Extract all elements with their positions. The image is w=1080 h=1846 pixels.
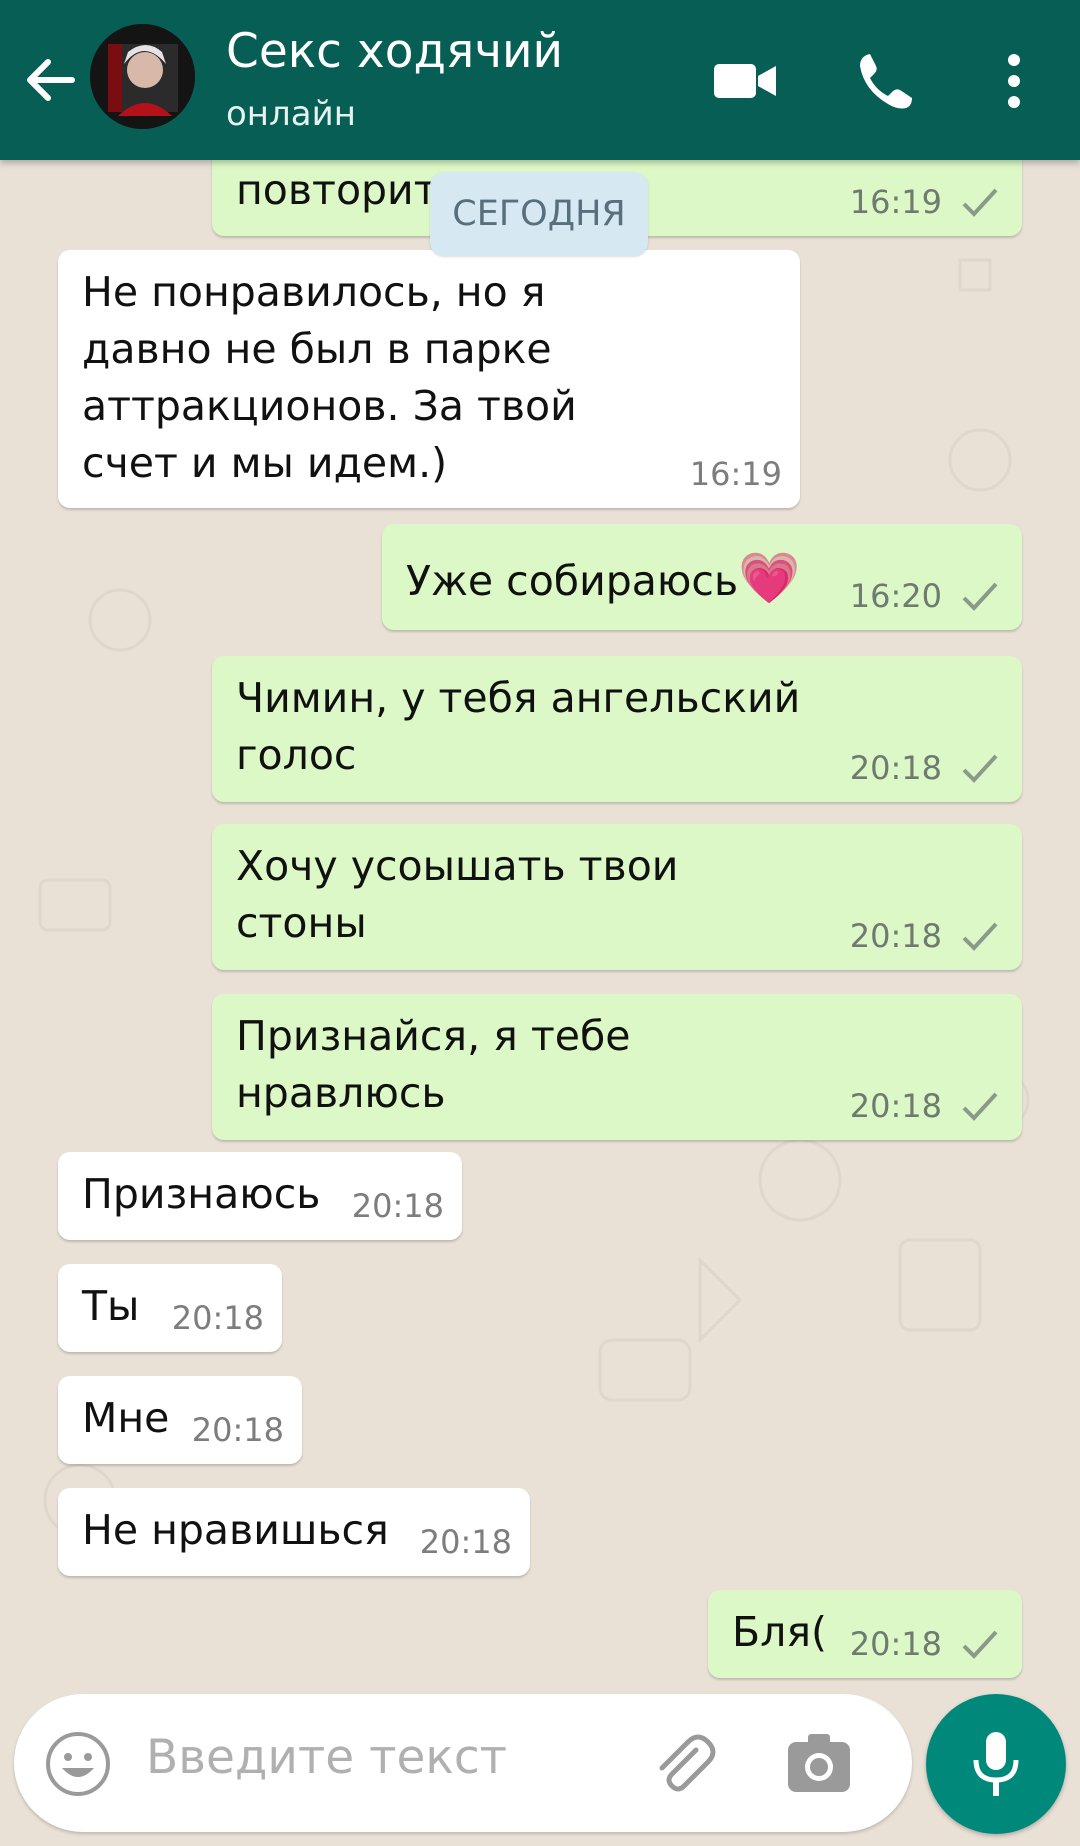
message-time: 20:18 (419, 1523, 512, 1561)
message-bubble-incoming[interactable]: Мне 20:18 (58, 1376, 302, 1464)
message-time: 20:18 (849, 1087, 942, 1125)
message-time: 20:18 (849, 749, 942, 787)
date-divider: СЕГОДНЯ (430, 172, 648, 256)
contact-name[interactable]: Секс ходячий (226, 24, 563, 79)
camera-icon[interactable] (784, 1730, 854, 1796)
message-time: 16:20 (849, 577, 942, 615)
read-check-icon (962, 1092, 998, 1121)
message-input[interactable]: Введите текст (146, 1730, 507, 1785)
message-time: 20:18 (191, 1411, 284, 1449)
mic-icon (973, 1732, 1019, 1796)
message-bubble-outgoing[interactable]: Бля( 20:18 (708, 1590, 1022, 1678)
read-check-icon (962, 188, 998, 217)
message-bubble-outgoing[interactable]: Хочу усоышать твои стоны 20:18 (212, 824, 1022, 970)
contact-status: онлайн (226, 94, 356, 134)
message-composer[interactable]: Введите текст (14, 1694, 912, 1832)
message-time: 20:18 (171, 1299, 264, 1337)
read-check-icon (962, 582, 998, 611)
phone-icon[interactable] (852, 46, 922, 116)
message-time: 20:18 (849, 917, 942, 955)
message-time: 20:18 (351, 1187, 444, 1225)
read-check-icon (962, 1630, 998, 1659)
emoji-icon[interactable] (44, 1730, 112, 1798)
message-time: 20:18 (849, 1625, 942, 1663)
video-call-icon[interactable] (710, 46, 780, 116)
message-bubble-incoming[interactable]: Признаюсь 20:18 (58, 1152, 462, 1240)
message-bubble-outgoing[interactable]: Уже собираюсь💗 16:20 (382, 524, 1022, 630)
back-arrow-icon[interactable] (18, 48, 82, 112)
message-bubble-outgoing[interactable]: Признайся, я тебе нравлюсь 20:18 (212, 994, 1022, 1140)
message-bubble-outgoing[interactable]: Чимин, у тебя ангельский голос 20:18 (212, 656, 1022, 802)
message-bubble-incoming[interactable]: Не понравилось, но я давно не был в парк… (58, 250, 800, 508)
chat-header: Секс ходячий онлайн (0, 0, 1080, 160)
more-vert-icon[interactable] (980, 46, 1040, 116)
message-text: Не понравилось, но я давно не был в парк… (82, 268, 577, 487)
avatar[interactable] (90, 24, 195, 129)
mic-button[interactable] (926, 1694, 1066, 1834)
message-bubble-incoming[interactable]: Не нравишься 20:18 (58, 1488, 530, 1576)
heart-emoji: 💗 (738, 549, 801, 607)
attach-icon[interactable] (648, 1728, 718, 1798)
read-check-icon (962, 922, 998, 951)
message-bubble-incoming[interactable]: Ты 20:18 (58, 1264, 282, 1352)
message-time: 16:19 (849, 183, 942, 221)
message-time: 16:19 (689, 455, 782, 493)
read-check-icon (962, 754, 998, 783)
